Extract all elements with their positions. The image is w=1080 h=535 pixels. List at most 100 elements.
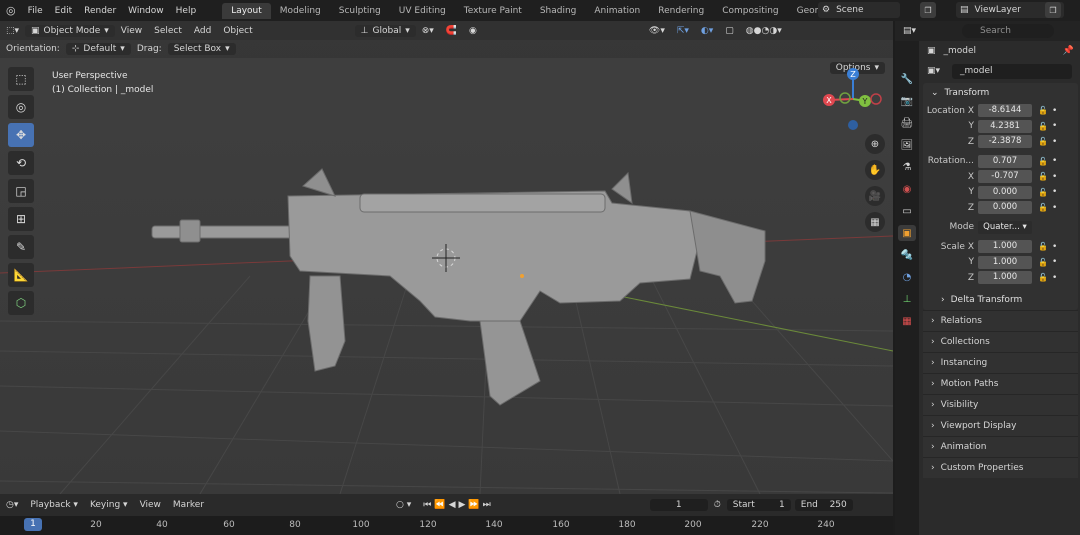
menu-help[interactable]: Help (170, 6, 203, 16)
keyframe-dot-icon[interactable]: • (1052, 242, 1060, 252)
scene-tab-icon[interactable]: ⚗ (898, 159, 916, 175)
properties-search-input[interactable]: Search (962, 24, 1055, 38)
add-cube-tool-icon[interactable]: ⬡ (8, 291, 34, 315)
render-tab-icon[interactable]: 📷 (898, 93, 916, 109)
rotation-mode-dropdown[interactable]: Quater... ▾ (978, 220, 1032, 234)
new-view-layer-icon[interactable]: ❐ (1045, 2, 1061, 18)
lock-icon[interactable]: 🔓 (1038, 137, 1050, 146)
start-frame-field[interactable]: Start 1 (726, 499, 791, 511)
location-z-field[interactable]: -2.3878 (978, 135, 1032, 149)
section-instancing[interactable]: › Instancing (923, 351, 1078, 373)
keyframe-dot-icon[interactable]: • (1052, 121, 1060, 131)
tab-modeling[interactable]: Modeling (271, 3, 330, 19)
timeline-editor-type-icon[interactable]: ◷▾ (0, 500, 24, 510)
new-scene-icon[interactable]: ❐ (920, 2, 936, 18)
keyframe-dot-icon[interactable]: • (1052, 273, 1060, 283)
tab-layout[interactable]: Layout (222, 2, 271, 19)
lock-icon[interactable]: 🔓 (1038, 157, 1050, 166)
move-tool-icon[interactable]: ✥ (8, 123, 34, 147)
marker-menu[interactable]: Marker (167, 500, 210, 510)
transform-tool-icon[interactable]: ⊞ (8, 207, 34, 231)
keyframe-dot-icon[interactable]: • (1052, 106, 1060, 116)
mode-dropdown[interactable]: ▣ Object Mode ▾ (25, 24, 115, 37)
section-collections[interactable]: › Collections (923, 330, 1078, 352)
pivot-icon[interactable]: ⊗▾ (416, 26, 440, 36)
lock-icon[interactable]: 🔓 (1038, 242, 1050, 251)
pan-hand-icon[interactable]: ✋ (865, 160, 885, 180)
timeline-view-menu[interactable]: View (134, 500, 167, 510)
scale-tool-icon[interactable]: ◲ (8, 179, 34, 203)
lock-icon[interactable]: 🔓 (1038, 258, 1050, 267)
keyframe-dot-icon[interactable]: • (1052, 257, 1060, 267)
transform-panel-header[interactable]: ⌄ Transform (923, 83, 1078, 103)
tool-tab-icon[interactable]: 🔧 (898, 71, 916, 87)
lock-icon[interactable]: 🔓 (1038, 188, 1050, 197)
menu-add[interactable]: Add (188, 26, 217, 36)
tab-animation[interactable]: Animation (585, 3, 649, 19)
section-visibility[interactable]: › Visibility (923, 393, 1078, 415)
rotation-z-field[interactable]: 0.000 (978, 201, 1032, 215)
grid-perspective-icon[interactable]: ▦ (865, 212, 885, 232)
keyframe-dot-icon[interactable]: • (1052, 187, 1060, 197)
gizmo-toggle-icon[interactable]: ⇱▾ (671, 26, 695, 36)
menu-edit[interactable]: Edit (49, 6, 78, 16)
visibility-icon[interactable]: 👁▾ (643, 26, 671, 36)
constraints-tab-icon[interactable]: ⊥ (898, 291, 916, 307)
section-motion-paths[interactable]: › Motion Paths (923, 372, 1078, 394)
zoom-icon[interactable]: ⊕ (865, 134, 885, 154)
rotation-w-field[interactable]: 0.707 (978, 154, 1032, 168)
collection-tab-icon[interactable]: ▭ (898, 203, 916, 219)
blender-logo-icon[interactable]: ◎ (0, 4, 22, 17)
proportional-edit-icon[interactable]: ◉ (463, 26, 483, 36)
camera-icon[interactable]: 🎥 (865, 186, 885, 206)
auto-keying-icon[interactable]: ○ ▾ (390, 500, 417, 510)
annotate-tool-icon[interactable]: ✎ (8, 235, 34, 259)
menu-window[interactable]: Window (122, 6, 170, 16)
section-relations[interactable]: › Relations (923, 309, 1078, 331)
3d-viewport[interactable]: ⬚▾ ▣ Object Mode ▾ View Select Add Objec… (0, 21, 893, 494)
transform-orientation-dropdown[interactable]: ⊥ Global ▾ (354, 24, 416, 37)
menu-object[interactable]: Object (217, 26, 258, 36)
physics-tab-icon[interactable]: ◔ (898, 269, 916, 285)
rotate-tool-icon[interactable]: ⟲ (8, 151, 34, 175)
navigation-gizmo[interactable]: Z Y X (820, 66, 886, 132)
stopwatch-icon[interactable]: ⏱ (708, 500, 727, 510)
lock-icon[interactable]: 🔓 (1038, 172, 1050, 181)
object-name-field[interactable]: _model (952, 63, 1073, 79)
modifiers-tab-icon[interactable]: 🔩 (898, 247, 916, 263)
playback-menu[interactable]: Playback ▾ (24, 500, 84, 510)
current-frame-marker[interactable]: 1 (24, 518, 42, 531)
menu-select[interactable]: Select (148, 26, 188, 36)
tab-rendering[interactable]: Rendering (649, 3, 713, 19)
menu-file[interactable]: File (22, 6, 49, 16)
editor-type-icon[interactable]: ⬚▾ (0, 26, 25, 36)
location-y-field[interactable]: 4.2381 (978, 119, 1032, 133)
timeline-ruler[interactable]: 1 20 40 60 80 100 120 140 160 180 200 22… (0, 516, 893, 535)
properties-editor-type-icon[interactable]: ▤▾ (903, 26, 916, 36)
scene-selector[interactable]: ⚙ Scene (818, 2, 900, 18)
scale-x-field[interactable]: 1.000 (978, 240, 1032, 254)
texture-tab-icon[interactable]: ▦ (898, 313, 916, 329)
pin-icon[interactable]: 📌 (1063, 46, 1074, 56)
view-layer-tab-icon[interactable]: 🖼 (898, 137, 916, 153)
object-datablock-icon[interactable]: ▣▾ (927, 66, 940, 76)
drag-dropdown[interactable]: Select Box ▾ (167, 43, 236, 55)
tab-compositing[interactable]: Compositing (713, 3, 787, 19)
delta-transform-header[interactable]: › Delta Transform (923, 290, 1078, 310)
object-tab-icon[interactable]: ▣ (898, 225, 916, 241)
measure-tool-icon[interactable]: 📐 (8, 263, 34, 287)
shading-modes-icon[interactable]: ◍●◔◑▾ (740, 26, 788, 36)
world-tab-icon[interactable]: ◉ (898, 181, 916, 197)
menu-render[interactable]: Render (78, 6, 122, 16)
rotation-x-field[interactable]: -0.707 (978, 170, 1032, 184)
select-box-tool-icon[interactable]: ⬚ (8, 67, 34, 91)
menu-view[interactable]: View (115, 26, 148, 36)
cursor-tool-icon[interactable]: ◎ (8, 95, 34, 119)
snap-icon[interactable]: 🧲 (440, 26, 463, 36)
tab-texture-paint[interactable]: Texture Paint (455, 3, 531, 19)
scale-y-field[interactable]: 1.000 (978, 255, 1032, 269)
section-viewport-display[interactable]: › Viewport Display (923, 414, 1078, 436)
lock-icon[interactable]: 🔓 (1038, 203, 1050, 212)
rotation-y-field[interactable]: 0.000 (978, 185, 1032, 199)
keyframe-dot-icon[interactable]: • (1052, 203, 1060, 213)
